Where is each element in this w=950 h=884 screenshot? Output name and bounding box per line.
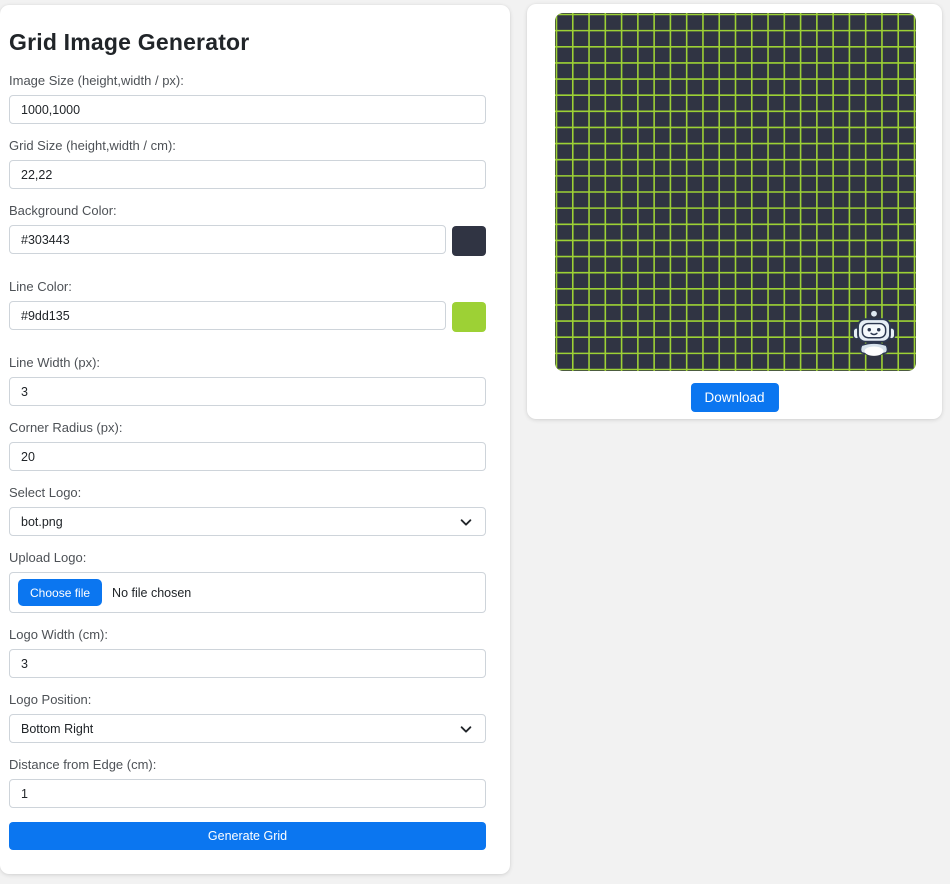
page-title: Grid Image Generator bbox=[9, 29, 486, 56]
distance-from-edge-input[interactable] bbox=[9, 779, 486, 808]
chevron-down-icon bbox=[459, 515, 473, 529]
bot-logo-icon bbox=[852, 309, 896, 357]
corner-radius-label: Corner Radius (px): bbox=[9, 420, 486, 435]
logo-width-label: Logo Width (cm): bbox=[9, 627, 486, 642]
chevron-down-icon bbox=[459, 722, 473, 736]
distance-from-edge-label: Distance from Edge (cm): bbox=[9, 757, 486, 772]
upload-logo-label: Upload Logo: bbox=[9, 550, 486, 565]
line-color-swatch[interactable] bbox=[452, 302, 486, 332]
line-width-input[interactable] bbox=[9, 377, 486, 406]
corner-radius-input[interactable] bbox=[9, 442, 486, 471]
grid-size-input[interactable] bbox=[9, 160, 486, 189]
image-size-label: Image Size (height,width / px): bbox=[9, 73, 486, 88]
generate-grid-button[interactable]: Generate Grid bbox=[9, 822, 486, 850]
select-logo-label: Select Logo: bbox=[9, 485, 486, 500]
logo-file-input[interactable]: Choose file No file chosen bbox=[9, 572, 486, 613]
logo-position-value: Bottom Right bbox=[21, 722, 93, 736]
logo-position-label: Logo Position: bbox=[9, 692, 486, 707]
grid-preview-image bbox=[555, 13, 916, 371]
background-color-swatch[interactable] bbox=[452, 226, 486, 256]
logo-select[interactable]: bot.png bbox=[9, 507, 486, 536]
file-chosen-status: No file chosen bbox=[112, 586, 191, 600]
background-color-row bbox=[9, 225, 486, 256]
image-size-input[interactable] bbox=[9, 95, 486, 124]
choose-file-button[interactable]: Choose file bbox=[18, 579, 102, 606]
settings-panel: Grid Image Generator Image Size (height,… bbox=[0, 5, 510, 874]
download-button[interactable]: Download bbox=[690, 383, 778, 412]
background-color-input[interactable] bbox=[9, 225, 446, 254]
logo-position-select[interactable]: Bottom Right bbox=[9, 714, 486, 743]
preview-panel: Download bbox=[527, 4, 942, 419]
line-width-label: Line Width (px): bbox=[9, 355, 486, 370]
background-color-label: Background Color: bbox=[9, 203, 486, 218]
grid-size-label: Grid Size (height,width / cm): bbox=[9, 138, 486, 153]
line-color-input[interactable] bbox=[9, 301, 446, 330]
logo-select-value: bot.png bbox=[21, 515, 63, 529]
line-color-label: Line Color: bbox=[9, 279, 486, 294]
logo-width-input[interactable] bbox=[9, 649, 486, 678]
line-color-row bbox=[9, 301, 486, 332]
